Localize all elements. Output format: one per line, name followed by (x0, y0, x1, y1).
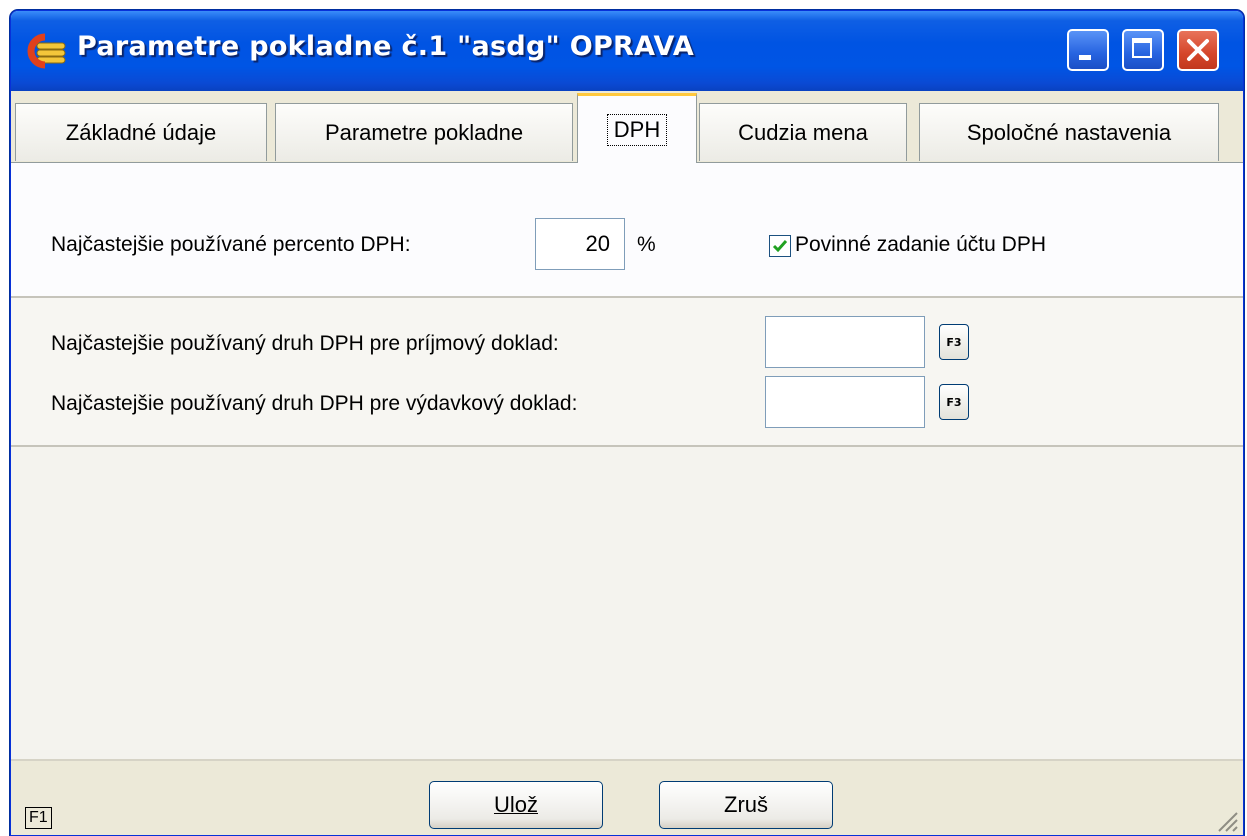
expense-vat-type-lookup-button[interactable]: F3 (939, 384, 969, 420)
tab-common-settings[interactable]: Spoločné nastavenia (919, 103, 1219, 161)
mandatory-vat-account-checkbox[interactable] (769, 235, 791, 257)
percent-unit: % (637, 233, 656, 256)
title-bar[interactable]: Parametre pokladne č.1 "asdg" OPRAVA (11, 11, 1243, 91)
income-vat-type-input[interactable] (765, 316, 925, 368)
checkmark-icon (772, 240, 788, 253)
income-vat-type-lookup-button[interactable]: F3 (939, 324, 969, 360)
tab-label: Základné údaje (65, 119, 217, 145)
cancel-button[interactable]: Zruš (659, 781, 833, 829)
close-icon (1187, 39, 1209, 61)
save-button[interactable]: Ulož (429, 781, 603, 829)
tab-basic-data[interactable]: Základné údaje (15, 103, 267, 161)
maximize-button[interactable] (1122, 29, 1164, 71)
save-button-label: Ulož (493, 792, 538, 817)
vat-percent-input[interactable]: 20 (535, 218, 625, 270)
help-key-badge[interactable]: F1 (25, 807, 52, 829)
minimize-button[interactable] (1067, 29, 1109, 71)
vat-type-group: Najčastejšie používaný druh DPH pre príj… (11, 298, 1243, 447)
expense-vat-type-input[interactable] (765, 376, 925, 428)
tab-label: DPH (606, 113, 668, 146)
footer-bar: F1 Ulož Zruš (11, 759, 1243, 835)
close-button[interactable] (1177, 29, 1219, 71)
cancel-button-label: Zruš (724, 792, 768, 817)
tab-strip: Základné údaje Parametre pokladne DPH Cu… (11, 91, 1243, 163)
expense-vat-type-label: Najčastejšie používaný druh DPH pre výda… (51, 392, 578, 415)
tab-label: Cudzia mena (738, 119, 868, 145)
tab-dph[interactable]: DPH (577, 93, 697, 163)
vat-rate-group: Najčastejšie používané percento DPH: 20 … (11, 163, 1243, 298)
vat-percent-label: Najčastejšie používané percento DPH: (51, 233, 411, 256)
resize-grip-icon[interactable] (1213, 807, 1239, 833)
tab-label: Spoločné nastavenia (966, 119, 1172, 145)
tab-panel-dph: Najčastejšie používané percento DPH: 20 … (11, 162, 1243, 759)
dialog-window: Parametre pokladne č.1 "asdg" OPRAVA Zák… (10, 10, 1244, 836)
window-title: Parametre pokladne č.1 "asdg" OPRAVA (77, 31, 695, 62)
tab-foreign-currency[interactable]: Cudzia mena (699, 103, 907, 161)
tab-register-parameters[interactable]: Parametre pokladne (275, 103, 573, 161)
mandatory-vat-account-label: Povinné zadanie účtu DPH (795, 233, 1046, 256)
income-vat-type-label: Najčastejšie používaný druh DPH pre príj… (51, 332, 559, 355)
tab-label: Parametre pokladne (324, 119, 524, 145)
cash-register-app-icon (27, 33, 66, 69)
